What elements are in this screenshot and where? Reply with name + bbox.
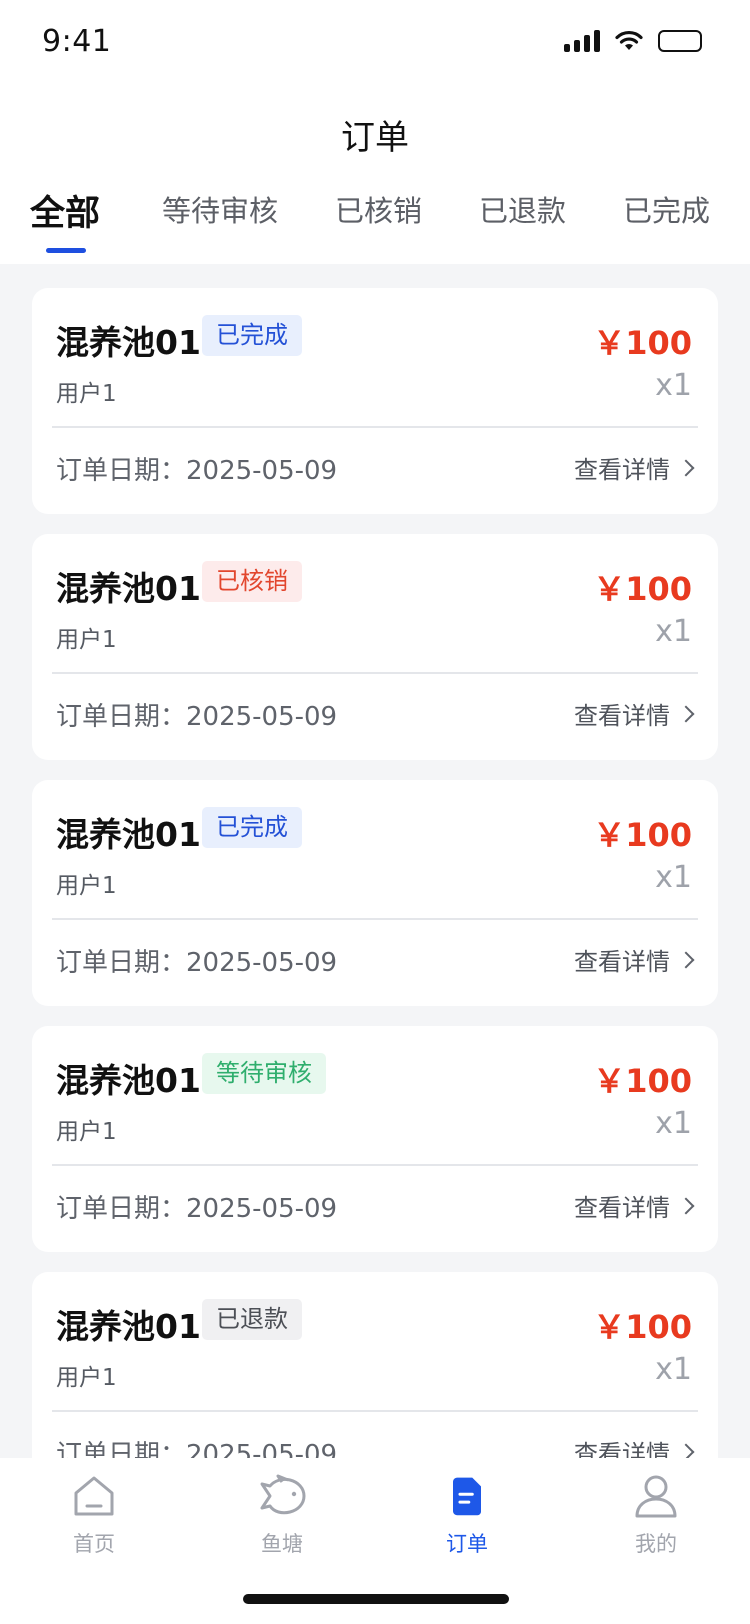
cellular-signal-icon <box>564 30 600 52</box>
tab-all[interactable]: 全部 <box>30 185 100 236</box>
order-card[interactable]: 混养池01 已核销 ￥100 用户1 x1 订单日期：2025-05-09 查看… <box>32 534 718 760</box>
card-divider <box>52 426 698 428</box>
tab-pending[interactable]: 等待审核 <box>162 188 278 230</box>
nav-orders-label: 订单 <box>446 1532 488 1556</box>
view-details-label: 查看详情 <box>574 1440 670 1458</box>
card-divider <box>52 672 698 674</box>
view-details-label: 查看详情 <box>574 1194 670 1222</box>
battery-icon <box>658 30 702 52</box>
order-user: 用户1 <box>56 873 117 899</box>
view-details-link[interactable]: 查看详情 <box>574 1434 695 1458</box>
home-icon <box>74 1476 114 1516</box>
order-quantity: x1 <box>655 860 692 895</box>
view-details-label: 查看详情 <box>574 948 670 976</box>
status-badge: 已完成 <box>202 315 302 356</box>
order-quantity: x1 <box>655 368 692 403</box>
view-details-link[interactable]: 查看详情 <box>574 942 695 977</box>
order-list[interactable]: 混养池01 已完成 ￥100 用户1 x1 订单日期：2025-05-09 查看… <box>32 288 718 1458</box>
view-details-label: 查看详情 <box>574 456 670 484</box>
chevron-right-icon <box>677 1197 695 1214</box>
status-badge: 已退款 <box>202 1299 302 1340</box>
order-user: 用户1 <box>56 381 117 407</box>
chevron-right-icon <box>677 705 695 722</box>
view-details-link[interactable]: 查看详情 <box>574 696 695 731</box>
fish-icon <box>260 1474 306 1515</box>
status-badge: 已核销 <box>202 561 302 602</box>
order-icon <box>453 1477 481 1516</box>
pond-name: 混养池01 <box>56 1061 201 1100</box>
order-card[interactable]: 混养池01 等待审核 ￥100 用户1 x1 订单日期：2025-05-09 查… <box>32 1026 718 1252</box>
order-quantity: x1 <box>655 614 692 649</box>
header: 9:41 订单 全部 等待审核 已核销 已退款 已完成 <box>0 0 750 264</box>
order-date: 订单日期：2025-05-09 <box>56 1440 338 1458</box>
tab-completed[interactable]: 已完成 <box>623 188 710 230</box>
status-bar: 9:41 <box>0 0 750 88</box>
view-details-link[interactable]: 查看详情 <box>574 450 695 485</box>
order-quantity: x1 <box>655 1352 692 1387</box>
tab-refunded[interactable]: 已退款 <box>479 188 566 230</box>
nav-profile-label: 我的 <box>635 1532 677 1556</box>
order-price: ￥100 <box>593 324 692 362</box>
status-time: 9:41 <box>42 24 112 59</box>
order-user: 用户1 <box>56 627 117 653</box>
view-details-link[interactable]: 查看详情 <box>574 1188 695 1223</box>
chevron-right-icon <box>677 951 695 968</box>
order-date: 订单日期：2025-05-09 <box>56 702 338 732</box>
status-badge: 等待审核 <box>202 1053 326 1094</box>
card-divider <box>52 918 698 920</box>
order-user: 用户1 <box>56 1119 117 1145</box>
pond-name: 混养池01 <box>56 323 201 362</box>
order-price: ￥100 <box>593 570 692 608</box>
chevron-right-icon <box>677 1443 695 1458</box>
card-divider <box>52 1164 698 1166</box>
status-tabs: 全部 等待审核 已核销 已退款 已完成 <box>0 188 750 258</box>
active-tab-indicator <box>46 248 86 253</box>
orders-screen: 9:41 订单 全部 等待审核 已核销 已退款 已完成 混养池01 已完成 ￥1… <box>0 0 750 1624</box>
chevron-right-icon <box>677 459 695 476</box>
wifi-icon <box>615 30 643 50</box>
order-price: ￥100 <box>593 1062 692 1100</box>
order-quantity: x1 <box>655 1106 692 1141</box>
pond-name: 混养池01 <box>56 569 201 608</box>
order-date: 订单日期：2025-05-09 <box>56 948 338 978</box>
pond-name: 混养池01 <box>56 1307 201 1346</box>
view-details-label: 查看详情 <box>574 702 670 730</box>
order-card[interactable]: 混养池01 已完成 ￥100 用户1 x1 订单日期：2025-05-09 查看… <box>32 288 718 514</box>
user-icon <box>635 1475 677 1518</box>
nav-home-label: 首页 <box>73 1532 115 1556</box>
order-price: ￥100 <box>593 816 692 854</box>
order-price: ￥100 <box>593 1308 692 1346</box>
nav-orders[interactable]: 订单 <box>407 1472 527 1558</box>
status-icons <box>564 30 702 52</box>
nav-home[interactable]: 首页 <box>34 1472 154 1558</box>
nav-pond[interactable]: 鱼塘 <box>222 1472 342 1558</box>
order-user: 用户1 <box>56 1365 117 1391</box>
card-divider <box>52 1410 698 1412</box>
page-title: 订单 <box>341 118 409 158</box>
pond-name: 混养池01 <box>56 815 201 854</box>
order-date: 订单日期：2025-05-09 <box>56 1194 338 1224</box>
order-card[interactable]: 混养池01 已退款 ￥100 用户1 x1 订单日期：2025-05-09 查看… <box>32 1272 718 1458</box>
nav-pond-label: 鱼塘 <box>261 1532 303 1556</box>
order-card[interactable]: 混养池01 已完成 ￥100 用户1 x1 订单日期：2025-05-09 查看… <box>32 780 718 1006</box>
nav-profile[interactable]: 我的 <box>596 1472 716 1558</box>
order-date: 订单日期：2025-05-09 <box>56 456 338 486</box>
home-indicator <box>243 1594 509 1604</box>
tab-verified[interactable]: 已核销 <box>335 188 422 230</box>
status-badge: 已完成 <box>202 807 302 848</box>
